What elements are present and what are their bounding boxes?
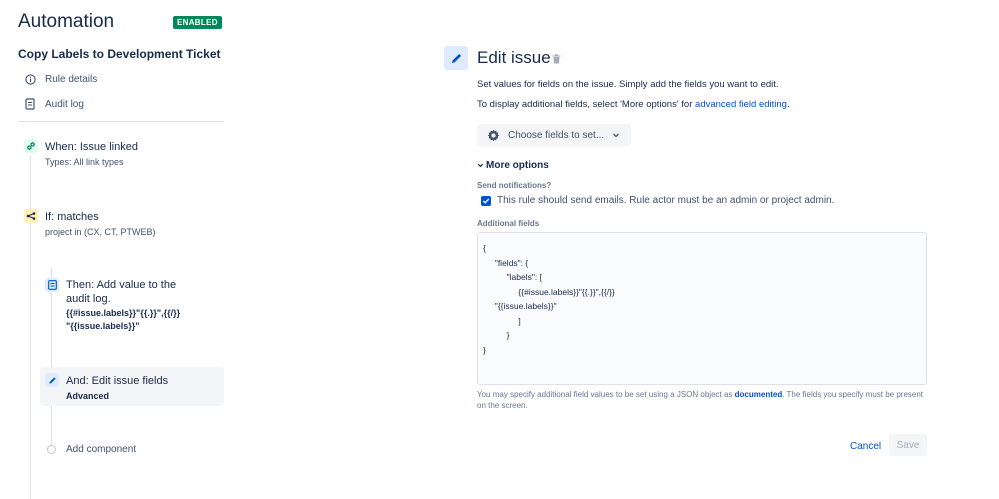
info-icon bbox=[24, 73, 36, 85]
check-icon bbox=[482, 198, 490, 204]
status-badge: ENABLED bbox=[173, 16, 222, 29]
action-edit-step[interactable]: And: Edit issue fields bbox=[66, 374, 168, 388]
choose-fields-label: Choose fields to set... bbox=[508, 129, 605, 141]
choose-fields-button[interactable]: Choose fields to set... bbox=[477, 124, 631, 146]
add-component-button[interactable]: Add component bbox=[66, 444, 136, 455]
editor-description: Set values for fields on the issue. Simp… bbox=[477, 79, 779, 90]
additional-fields-label: Additional fields bbox=[477, 219, 540, 228]
trigger-step[interactable]: When: Issue linked bbox=[45, 140, 138, 154]
action-edit-sub: Advanced bbox=[66, 391, 110, 401]
more-options-label: More options bbox=[486, 160, 549, 171]
page-title: Automation bbox=[18, 11, 115, 32]
document-icon bbox=[24, 98, 36, 110]
timeline-line bbox=[30, 155, 31, 499]
send-notifications-text: This rule should send emails. Rule actor… bbox=[497, 195, 835, 206]
chevron-down-icon bbox=[612, 131, 620, 139]
pencil-icon bbox=[45, 373, 59, 387]
rule-details-link[interactable]: Rule details bbox=[24, 71, 97, 87]
rule-name: Copy Labels to Development Ticket bbox=[18, 47, 221, 61]
save-button[interactable]: Save bbox=[889, 434, 927, 456]
timeline-branch-line bbox=[51, 268, 52, 448]
pencil-icon bbox=[444, 46, 468, 70]
audit-log-link[interactable]: Audit log bbox=[24, 96, 84, 112]
additional-fields-helper: You may specify additional field values … bbox=[477, 389, 927, 411]
editor-description-2: To display additional fields, select 'Mo… bbox=[477, 99, 790, 111]
action-audit-code: {{#issue.labels}}"{{.}}",{{/}} bbox=[66, 308, 181, 318]
editor-title: Edit issue bbox=[477, 48, 551, 67]
documented-link[interactable]: documented bbox=[735, 390, 783, 399]
chevron-down-icon bbox=[477, 162, 484, 169]
document-icon bbox=[45, 278, 59, 292]
gear-icon bbox=[487, 129, 500, 142]
trash-icon[interactable] bbox=[551, 53, 561, 64]
desc2-prefix: To display additional fields, select 'Mo… bbox=[477, 99, 696, 110]
branch-icon bbox=[24, 209, 38, 223]
send-notifications-checkbox[interactable] bbox=[481, 196, 491, 206]
condition-step[interactable]: If: matches bbox=[45, 210, 99, 224]
action-audit-step[interactable]: Then: Add value to the bbox=[66, 278, 176, 292]
desc2-suffix: . bbox=[786, 99, 790, 110]
trigger-sub: Types: All link types bbox=[45, 157, 124, 167]
action-audit-code-line2: "{{issue.labels}}" bbox=[66, 321, 140, 331]
audit-log-label: Audit log bbox=[45, 98, 84, 110]
helper-prefix: You may specify additional field values … bbox=[477, 390, 735, 399]
link-icon bbox=[24, 139, 38, 153]
more-options-toggle[interactable]: More options bbox=[477, 160, 549, 171]
advanced-field-editing-link[interactable]: advanced field editing bbox=[695, 99, 787, 110]
send-notifications-label: Send notifications? bbox=[477, 181, 552, 190]
sidebar-divider bbox=[18, 121, 224, 122]
cancel-button[interactable]: Cancel bbox=[844, 436, 887, 456]
additional-fields-textarea[interactable]: { "fields": { "labels": [ {{#issue.label… bbox=[477, 232, 927, 385]
rule-details-label: Rule details bbox=[45, 73, 98, 85]
condition-sub: project in (CX, CT, PTWEB) bbox=[45, 227, 156, 237]
add-component-dot bbox=[47, 445, 56, 454]
action-audit-step-line2: audit log. bbox=[66, 293, 111, 305]
